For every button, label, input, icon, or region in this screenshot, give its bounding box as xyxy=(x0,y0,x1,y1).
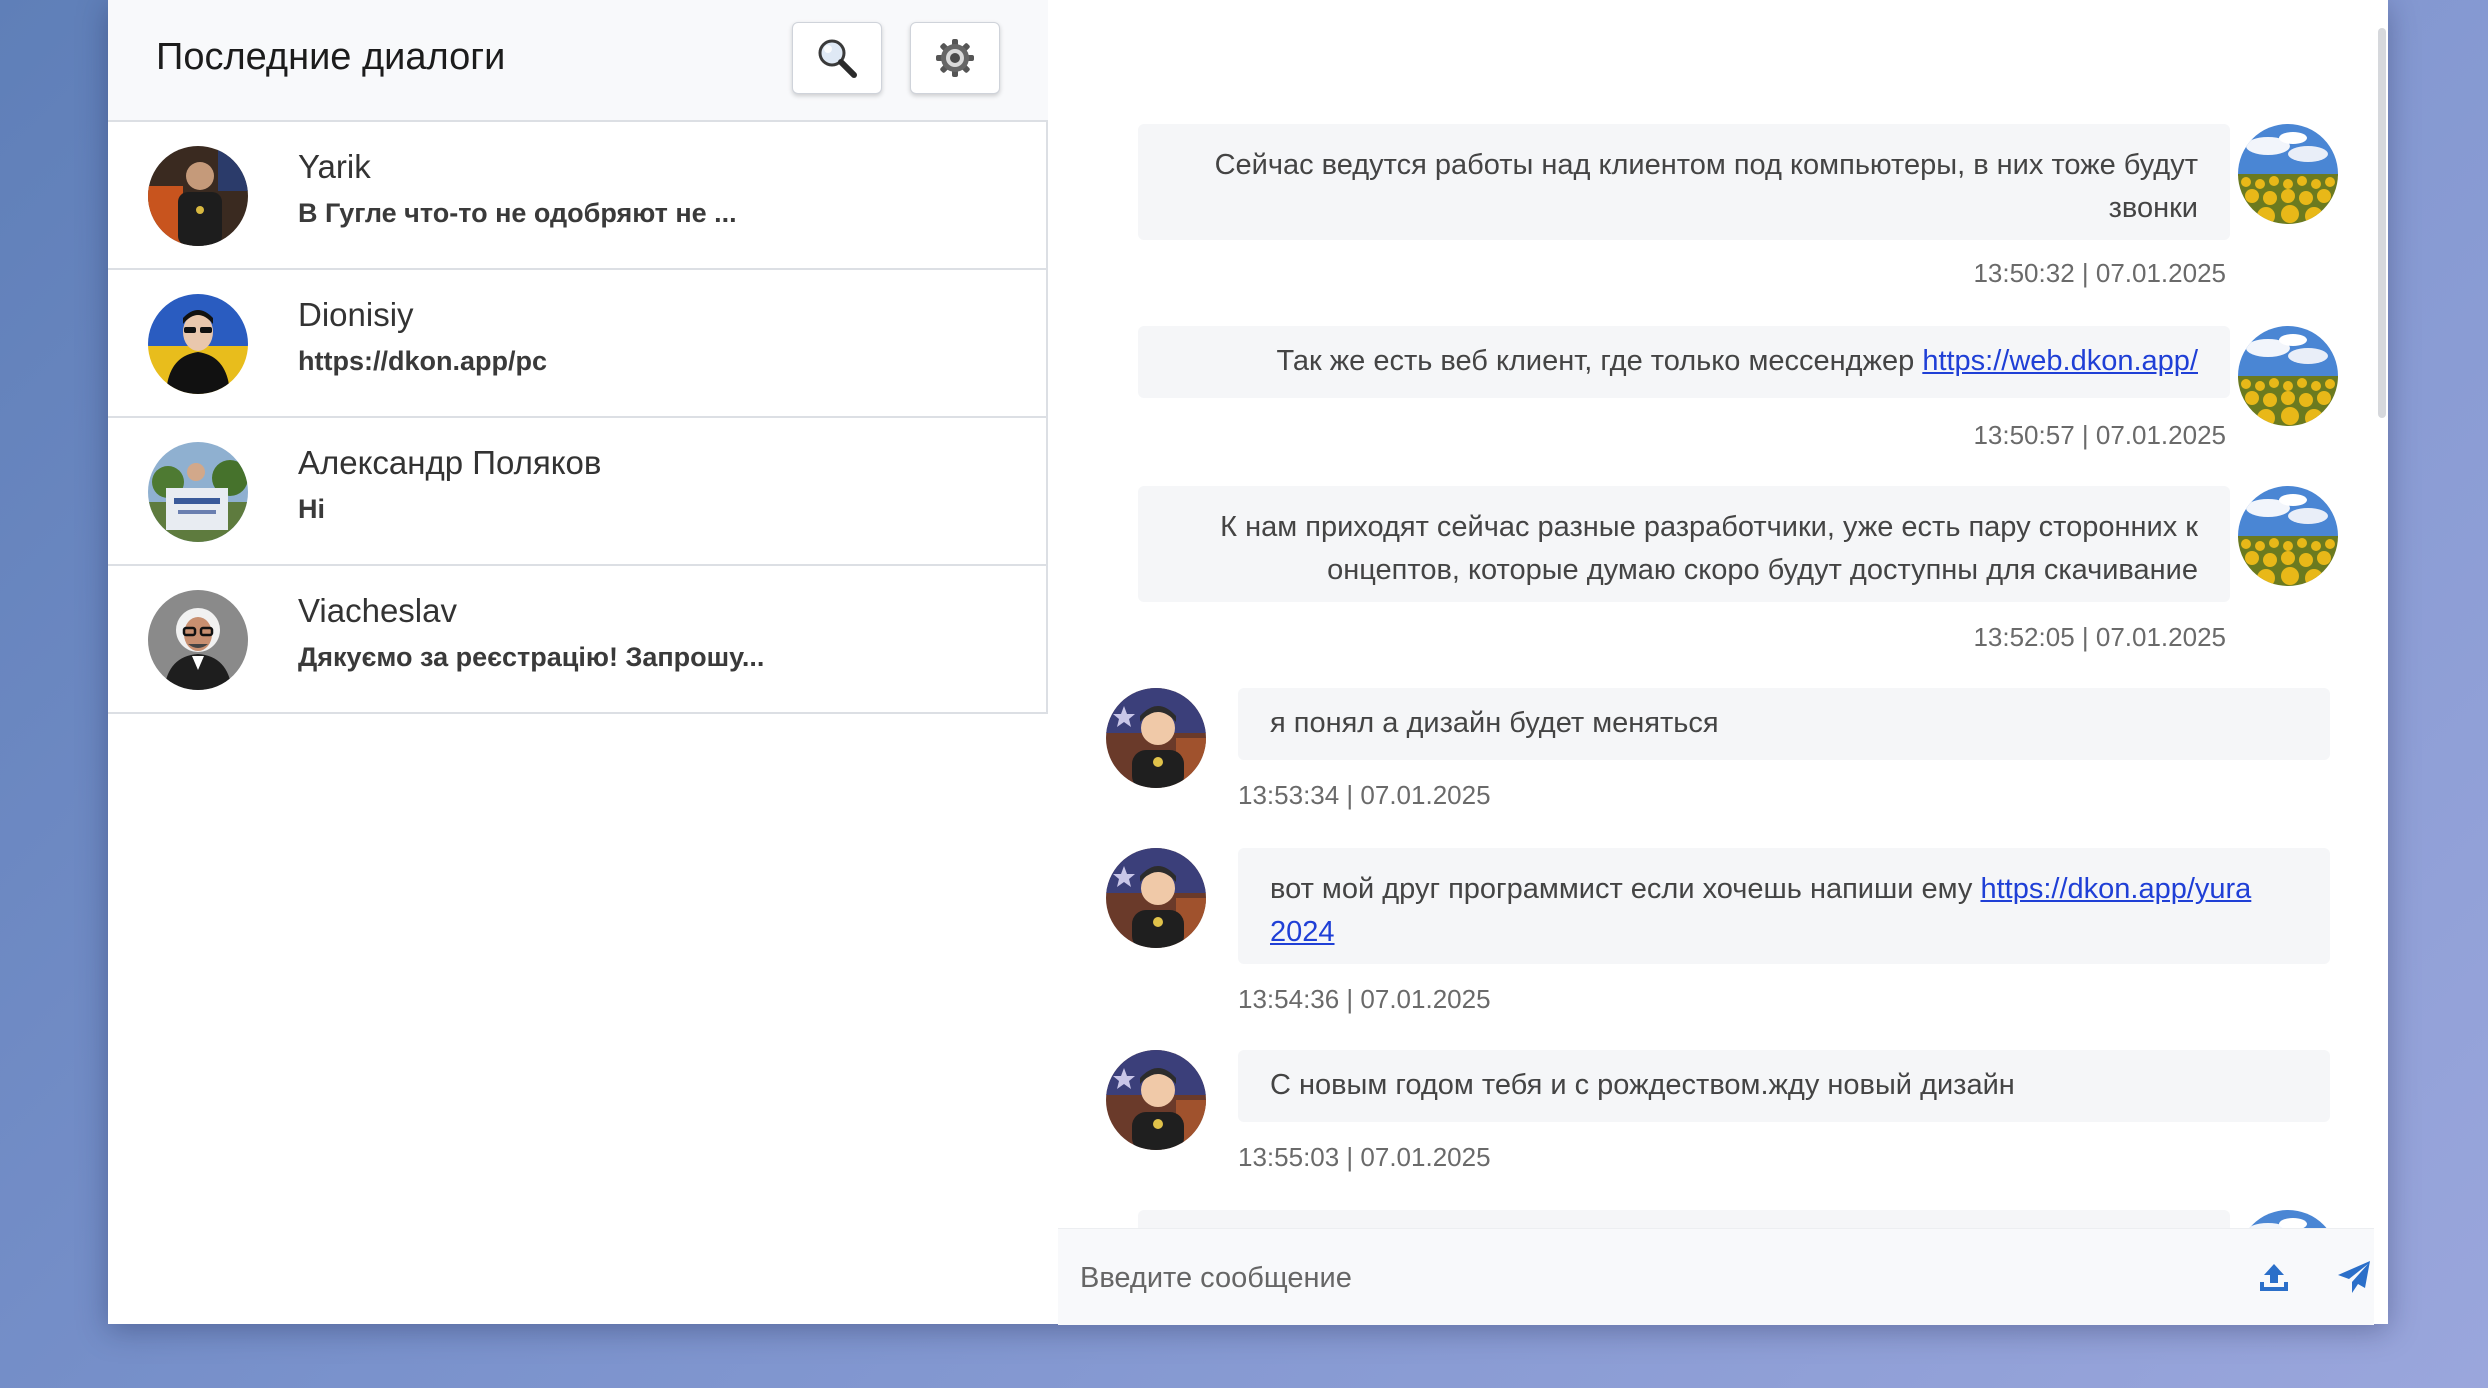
dialog-item-polyakov[interactable]: Александр Поляков Hi xyxy=(108,418,1048,566)
chat-scrollbar[interactable] xyxy=(2378,28,2386,418)
dialog-name: Viacheslav xyxy=(298,592,457,629)
message-text: К нам приходят сейчас разные разработчик… xyxy=(1220,511,2198,543)
dialog-item-dionisiy[interactable]: Dionisiy https://dkon.app/pc xyxy=(108,270,1048,418)
upload-icon xyxy=(2260,1264,2288,1291)
avatar xyxy=(148,294,248,394)
message-timestamp: 13:52:05 | 07.01.2025 xyxy=(1973,622,2226,652)
message-composer xyxy=(1058,1228,2374,1325)
upload-button[interactable] xyxy=(2250,1253,2298,1301)
dialog-name: Александр Поляков xyxy=(298,444,602,481)
message-timestamp: 13:54:36 | 07.01.2025 xyxy=(1238,984,1491,1014)
message-text: я понял а дизайн будет меняться xyxy=(1270,707,1719,739)
message-bubble-outgoing: К нам приходят сейчас разные разработчик… xyxy=(1138,486,2230,602)
message-bubble-outgoing: Так же есть веб клиент, где только мессе… xyxy=(1138,326,2230,398)
message-link[interactable]: https://web.dkon.app/ xyxy=(1922,345,2198,377)
message-text: вот мой друг программист если хочешь нап… xyxy=(1270,873,1981,905)
message-bubble-incoming: вот мой друг программист если хочешь нап… xyxy=(1238,848,2330,964)
message-timestamp: 13:50:57 | 07.01.2025 xyxy=(1973,420,2226,450)
app-window: Последние диалоги Yarik В Гугле что-то н… xyxy=(108,0,2388,1325)
avatar xyxy=(2238,1210,2338,1228)
avatar xyxy=(2238,486,2338,586)
dialog-preview: Дякуємо за реєстрацію! Запрошу... xyxy=(298,642,765,672)
dialog-name: Dionisiy xyxy=(298,296,414,333)
message-text: С новым годом тебя и с рождеством.жду но… xyxy=(1270,1069,2015,1101)
chat-panel: Сейчас ведутся работы над клиентом под к… xyxy=(1058,28,2388,1325)
send-icon xyxy=(2338,1261,2370,1293)
message-list: Сейчас ведутся работы над клиентом под к… xyxy=(1058,28,2374,1228)
message-text: звонки xyxy=(2108,192,2198,224)
avatar xyxy=(2238,124,2338,224)
message-timestamp: 13:50:32 | 07.01.2025 xyxy=(1973,258,2226,288)
dialog-preview: В Гугле что-то не одобряют не ... xyxy=(298,198,737,228)
message-link-continued[interactable]: 2024 xyxy=(1270,916,1335,948)
message-text: Так же есть веб клиент, где только мессе… xyxy=(1276,345,1923,377)
message-input[interactable] xyxy=(1078,1247,2182,1309)
message-text: Сейчас ведутся работы над клиентом под к… xyxy=(1214,149,2198,181)
gear-icon xyxy=(936,39,974,77)
message-bubble-outgoing: Сейчас ведутся работы над клиентом под к… xyxy=(1138,124,2230,240)
avatar xyxy=(148,590,248,690)
message-timestamp: 13:53:34 | 07.01.2025 xyxy=(1238,780,1491,810)
dialogs-panel: Последние диалоги Yarik В Гугле что-то н… xyxy=(108,0,1048,1318)
dialogs-header: Последние диалоги xyxy=(108,0,1048,120)
page-title: Последние диалоги xyxy=(156,36,506,78)
dialogs-list: Yarik В Гугле что-то не одобряют не ... xyxy=(108,120,1048,714)
avatar xyxy=(2238,326,2338,426)
avatar xyxy=(148,442,248,542)
dialog-name: Yarik xyxy=(298,148,371,185)
dialog-preview: https://dkon.app/pc xyxy=(298,346,547,376)
search-button[interactable] xyxy=(792,22,882,94)
avatar xyxy=(1106,848,1206,948)
message-bubble-incoming: С новым годом тебя и с рождеством.жду но… xyxy=(1238,1050,2330,1122)
message-text: онцептов, которые думаю скоро будут дост… xyxy=(1327,554,2198,586)
message-link[interactable]: https://dkon.app/yura xyxy=(1980,873,2251,905)
send-button[interactable] xyxy=(2330,1253,2378,1301)
message-bubble-outgoing xyxy=(1138,1210,2230,1228)
dialog-preview: Hi xyxy=(298,494,325,524)
message-bubble-incoming: я понял а дизайн будет меняться xyxy=(1238,688,2330,760)
avatar xyxy=(1106,1050,1206,1150)
avatar xyxy=(1106,688,1206,788)
dialog-item-yarik[interactable]: Yarik В Гугле что-то не одобряют не ... xyxy=(108,122,1048,270)
message-timestamp: 13:55:03 | 07.01.2025 xyxy=(1238,1142,1491,1172)
search-icon xyxy=(818,39,857,78)
dialog-item-viacheslav[interactable]: Viacheslav Дякуємо за реєстрацію! Запрош… xyxy=(108,566,1048,714)
settings-button[interactable] xyxy=(910,22,1000,94)
avatar xyxy=(148,146,248,246)
